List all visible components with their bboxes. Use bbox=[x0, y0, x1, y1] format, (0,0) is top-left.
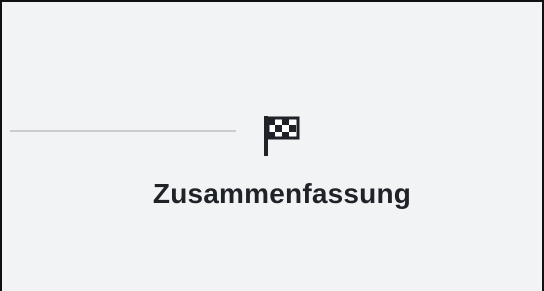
checkered-flag-icon bbox=[264, 116, 300, 156]
step-connector-line bbox=[10, 130, 236, 132]
step-label-summary: Zusammenfassung bbox=[152, 178, 412, 209]
stepper-panel: Zusammenfassung bbox=[0, 0, 544, 291]
